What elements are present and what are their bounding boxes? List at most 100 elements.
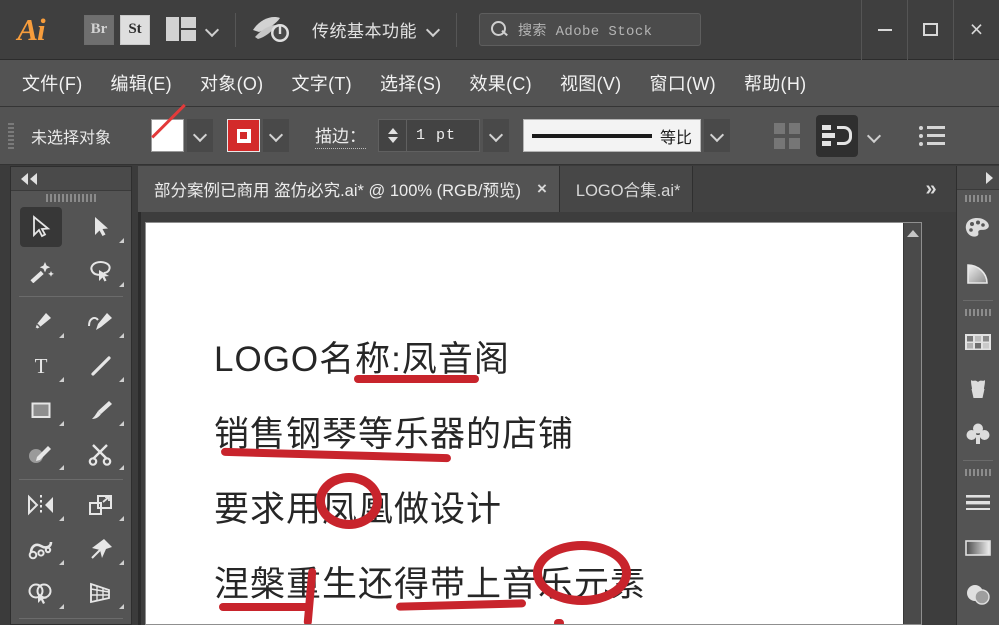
line-icon (80, 346, 122, 386)
stepper-up-icon[interactable] (387, 128, 398, 134)
menu-help[interactable]: 帮助(H) (744, 70, 807, 96)
type-tool[interactable]: T (11, 344, 71, 388)
menu-select[interactable]: 选择(S) (380, 70, 442, 96)
curvature-tool[interactable] (71, 300, 131, 344)
tools-panel-collapse-button[interactable] (11, 167, 131, 191)
color-panel-icon[interactable] (957, 205, 999, 251)
warp-icon (20, 529, 62, 569)
maximize-button[interactable] (907, 0, 953, 60)
rectangle-tool[interactable] (11, 388, 71, 432)
annotation-circle-music (533, 541, 631, 605)
workspace-chevron-down-icon[interactable] (426, 22, 442, 38)
scale-tool[interactable] (71, 483, 131, 527)
dock-expand-button[interactable] (957, 166, 999, 190)
paintbrush-tool[interactable] (71, 388, 131, 432)
shape-builder-tool[interactable] (11, 571, 71, 615)
right-panel-dock (956, 166, 999, 625)
document-tab-label: LOGO合集.ai* (575, 182, 681, 200)
gradient-panel-icon[interactable] (957, 251, 999, 297)
canvas-vertical-scrollbar[interactable] (903, 223, 921, 624)
divider (235, 12, 236, 47)
tools-divider-3 (19, 618, 123, 619)
menu-effect[interactable]: 效果(C) (469, 70, 532, 96)
menu-edit[interactable]: 编辑(E) (110, 70, 172, 96)
selection-status: 未选择对象 (31, 129, 112, 147)
dock-group-2 (957, 304, 999, 457)
window-controls: × (861, 0, 999, 60)
close-icon[interactable]: × (537, 179, 547, 199)
tool-flyout-corner-icon (119, 604, 124, 609)
free-transform-tool[interactable] (71, 527, 131, 571)
title-bar: Ai Br St 传统基本功能 搜索 Adobe Stock × (0, 0, 999, 60)
minimize-button[interactable] (861, 0, 907, 60)
bridge-button[interactable]: Br (84, 14, 114, 45)
tab-overflow-button[interactable]: » (904, 166, 956, 212)
fill-swatch[interactable] (151, 119, 185, 152)
menu-window[interactable]: 窗口(W) (649, 70, 715, 96)
brush-chevron-down-icon[interactable] (704, 119, 731, 152)
align-objects-icon[interactable] (816, 114, 859, 157)
tool-flyout-corner-icon (59, 560, 64, 565)
stroke-weight-input[interactable]: 1 pt (406, 119, 481, 152)
scissors-tool[interactable] (71, 432, 131, 476)
menu-bar: 文件(F) 编辑(E) 对象(O) 文字(T) 选择(S) 效果(C) 视图(V… (0, 60, 999, 107)
fill-chevron-down-icon[interactable] (187, 119, 214, 152)
control-bar-grip[interactable] (8, 122, 14, 149)
lasso-tool[interactable] (71, 249, 131, 293)
workspace-switcher[interactable]: 传统基本功能 (312, 17, 417, 42)
magic-wand-tool[interactable] (11, 249, 71, 293)
transparency-panel-icon[interactable] (957, 571, 999, 617)
align-chevron-down-icon[interactable] (867, 128, 883, 144)
document-tab-active[interactable]: 部分案例已商用 盗仿必究.ai* @ 100% (RGB/预览) × (138, 166, 560, 212)
gradient-bar-icon[interactable] (957, 525, 999, 571)
close-button[interactable]: × (953, 0, 999, 60)
dock-group-grip[interactable] (957, 192, 999, 205)
brushes-panel-icon[interactable] (957, 365, 999, 411)
selection-tool[interactable] (11, 205, 71, 249)
shaper-tool[interactable] (11, 432, 71, 476)
minimize-icon (877, 28, 892, 31)
dock-group-grip[interactable] (957, 466, 999, 479)
arrange-chevron-down-icon[interactable] (205, 22, 221, 38)
stroke-weight-chevron-down-icon[interactable] (483, 119, 510, 152)
scissors-icon (80, 434, 122, 474)
stepper-down-icon[interactable] (387, 137, 398, 143)
symbols-panel-icon[interactable] (957, 411, 999, 457)
menu-type[interactable]: 文字(T) (291, 70, 351, 96)
maximize-icon (923, 23, 938, 36)
divider-2 (456, 12, 457, 47)
menu-view[interactable]: 视图(V) (560, 70, 622, 96)
pen-tool[interactable] (11, 300, 71, 344)
width-warp-tool[interactable] (11, 527, 71, 571)
swatches-panel-icon[interactable] (957, 319, 999, 365)
stock-button[interactable]: St (120, 14, 150, 45)
discover-rocket-icon[interactable] (250, 13, 292, 47)
rotate-reflect-tool[interactable] (11, 483, 71, 527)
selection-arrow-icon (20, 207, 62, 247)
document-list-icon[interactable] (919, 125, 946, 146)
control-bar: 未选择对象 描边： 1 pt 等比 (0, 107, 999, 165)
stroke-weight-stepper[interactable] (378, 119, 407, 152)
direct-selection-tool[interactable] (71, 205, 131, 249)
scale-icon (80, 485, 122, 525)
stock-search-input[interactable]: 搜索 Adobe Stock (479, 13, 701, 46)
brush-definition-dropdown[interactable]: 等比 (523, 119, 702, 152)
dock-group-grip[interactable] (957, 306, 999, 319)
line-segment-tool[interactable] (71, 344, 131, 388)
magic-wand-icon (20, 251, 62, 291)
scroll-up-arrow-icon[interactable] (904, 223, 921, 243)
artboard[interactable]: LOGO名称:凤音阁 销售钢琴等乐器的店铺 要求用凤凰做设计 涅槃重生还得带上音… (145, 222, 922, 625)
menu-object[interactable]: 对象(O) (200, 70, 264, 96)
menu-file[interactable]: 文件(F) (22, 70, 82, 96)
transform-grid-icon[interactable] (774, 122, 801, 149)
document-tab-logo-collection[interactable]: LOGO合集.ai* (559, 166, 694, 212)
stroke-chevron-down-icon[interactable] (263, 119, 290, 152)
svg-text:T: T (35, 354, 48, 378)
arrange-documents-icon[interactable] (166, 16, 196, 43)
perspective-grid-tool[interactable] (71, 571, 131, 615)
stroke-swatch[interactable] (227, 119, 261, 152)
stroke-panel-icon[interactable] (957, 479, 999, 525)
direct-selection-arrow-icon (80, 207, 122, 247)
tools-panel-grip[interactable] (11, 191, 131, 205)
canvas-area[interactable]: LOGO名称:凤音阁 销售钢琴等乐器的店铺 要求用凤凰做设计 涅槃重生还得带上音… (138, 212, 956, 625)
